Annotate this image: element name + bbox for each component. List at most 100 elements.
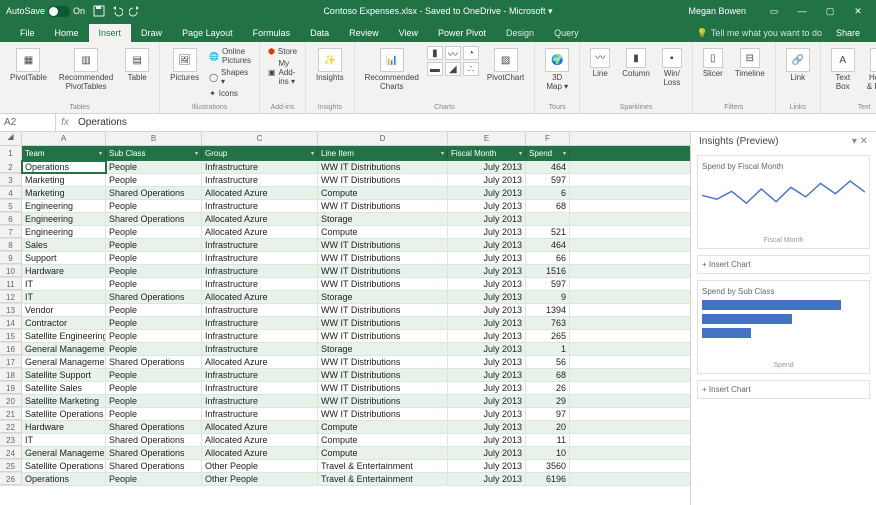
name-box[interactable]: A2 [0, 114, 56, 131]
cell[interactable]: Storage [318, 213, 448, 225]
cell[interactable]: WW IT Distributions [318, 356, 448, 368]
sparkline-winloss-button[interactable]: ▪Win/ Loss [658, 46, 686, 90]
cell[interactable]: July 2013 [448, 343, 526, 355]
cell[interactable]: People [106, 317, 202, 329]
cell[interactable]: Sales [22, 239, 106, 251]
cell[interactable]: Infrastructure [202, 304, 318, 316]
col-header-c[interactable]: C [202, 132, 318, 145]
tab-power-pivot[interactable]: Power Pivot [428, 24, 496, 42]
table-row[interactable]: 8SalesPeopleInfrastructureWW IT Distribu… [0, 239, 690, 252]
table-row[interactable]: 26OperationsPeopleOther PeopleTravel & E… [0, 473, 690, 486]
table-row[interactable]: 25Satellite OperationsShared OperationsO… [0, 460, 690, 473]
save-icon[interactable] [93, 5, 105, 17]
cell[interactable]: 1394 [526, 304, 570, 316]
row-header[interactable]: 6 [0, 213, 22, 225]
cell[interactable]: 464 [526, 239, 570, 251]
row-header[interactable]: 7 [0, 226, 22, 238]
cell[interactable]: 68 [526, 369, 570, 381]
table-row[interactable]: 12ITShared OperationsAllocated AzureStor… [0, 291, 690, 304]
row-header[interactable]: 22 [0, 421, 22, 433]
table-row[interactable]: 24General ManagementShared OperationsAll… [0, 447, 690, 460]
cell[interactable]: 68 [526, 200, 570, 212]
recommended-pivottables-button[interactable]: ▥Recommended PivotTables [55, 46, 117, 94]
cell[interactable]: 1 [526, 343, 570, 355]
row-header[interactable]: 18 [0, 369, 22, 381]
row-header[interactable]: 21 [0, 408, 22, 420]
select-all[interactable]: ◢ [0, 132, 22, 145]
table-button[interactable]: ▤Table [121, 46, 153, 85]
cell[interactable]: July 2013 [448, 187, 526, 199]
online-pictures-button[interactable]: 🌐Online Pictures [207, 46, 253, 66]
cell[interactable]: 521 [526, 226, 570, 238]
cell[interactable]: Satellite Operations [22, 460, 106, 472]
insights-button[interactable]: ✨Insights [312, 46, 348, 85]
row-header[interactable]: 23 [0, 434, 22, 446]
tab-draw[interactable]: Draw [131, 24, 172, 42]
row-header[interactable]: 9 [0, 252, 22, 264]
pivottable-button[interactable]: ▦PivotTable [6, 46, 51, 85]
pie-chart-icon[interactable]: ◔ [463, 46, 479, 60]
cell[interactable]: WW IT Distributions [318, 304, 448, 316]
cell[interactable]: Compute [318, 434, 448, 446]
tab-formulas[interactable]: Formulas [243, 24, 301, 42]
textbox-button[interactable]: AText Box [827, 46, 859, 94]
cell[interactable]: July 2013 [448, 447, 526, 459]
slicer-button[interactable]: ▯Slicer [699, 46, 727, 81]
cell[interactable]: People [106, 265, 202, 277]
cell[interactable]: People [106, 304, 202, 316]
cell[interactable]: Infrastructure [202, 369, 318, 381]
cell[interactable]: 6 [526, 187, 570, 199]
cell[interactable]: WW IT Distributions [318, 239, 448, 251]
cell[interactable]: Shared Operations [106, 187, 202, 199]
table-header-lineitem[interactable]: Line Item▾ [318, 149, 448, 158]
pane-close-icon[interactable]: ▾ ✕ [852, 136, 868, 147]
col-header-e[interactable]: E [448, 132, 526, 145]
cell[interactable]: Travel & Entertainment [318, 473, 448, 485]
cell[interactable]: Shared Operations [106, 213, 202, 225]
tab-design[interactable]: Design [496, 24, 544, 42]
cell[interactable]: Shared Operations [106, 356, 202, 368]
cell[interactable]: WW IT Distributions [318, 395, 448, 407]
cell[interactable]: Storage [318, 343, 448, 355]
cell[interactable]: WW IT Distributions [318, 382, 448, 394]
cell[interactable]: Other People [202, 460, 318, 472]
fx-icon[interactable]: fx [56, 117, 74, 128]
table-header-group[interactable]: Group▾ [202, 149, 318, 158]
cell[interactable]: People [106, 369, 202, 381]
cell[interactable]: Marketing [22, 187, 106, 199]
cell[interactable]: Allocated Azure [202, 447, 318, 459]
sparkline-column-button[interactable]: ▮Column [618, 46, 654, 81]
cell[interactable]: Operations [22, 161, 106, 173]
cell[interactable]: July 2013 [448, 161, 526, 173]
table-row[interactable]: 5EngineeringPeopleInfrastructureWW IT Di… [0, 200, 690, 213]
cell[interactable]: WW IT Distributions [318, 161, 448, 173]
cell[interactable]: WW IT Distributions [318, 265, 448, 277]
column-chart-icon[interactable]: ▮ [427, 46, 443, 60]
table-row[interactable]: 15Satellite EngineeringPeopleInfrastruct… [0, 330, 690, 343]
cell[interactable]: Operations [22, 473, 106, 485]
cell[interactable]: Contractor [22, 317, 106, 329]
autosave-toggle[interactable]: AutoSave On [6, 6, 85, 17]
cell[interactable]: 464 [526, 161, 570, 173]
undo-icon[interactable] [111, 5, 123, 17]
cell[interactable]: July 2013 [448, 382, 526, 394]
cell[interactable]: Storage [318, 291, 448, 303]
cell[interactable]: IT [22, 291, 106, 303]
cell[interactable]: Infrastructure [202, 330, 318, 342]
cell[interactable]: Satellite Marketing [22, 395, 106, 407]
cell[interactable]: Shared Operations [106, 447, 202, 459]
cell[interactable]: July 2013 [448, 239, 526, 251]
row-header[interactable]: 12 [0, 291, 22, 303]
tab-review[interactable]: Review [339, 24, 389, 42]
cell[interactable]: WW IT Distributions [318, 408, 448, 420]
tab-data[interactable]: Data [300, 24, 339, 42]
cell[interactable]: July 2013 [448, 200, 526, 212]
cell[interactable]: Allocated Azure [202, 187, 318, 199]
cell[interactable]: Marketing [22, 174, 106, 186]
cell[interactable]: 10 [526, 447, 570, 459]
cell[interactable]: Shared Operations [106, 291, 202, 303]
row-header[interactable]: 2 [0, 161, 22, 173]
minimize-icon[interactable]: — [790, 6, 814, 17]
row-header[interactable]: 13 [0, 304, 22, 316]
table-row[interactable]: 20Satellite MarketingPeopleInfrastructur… [0, 395, 690, 408]
